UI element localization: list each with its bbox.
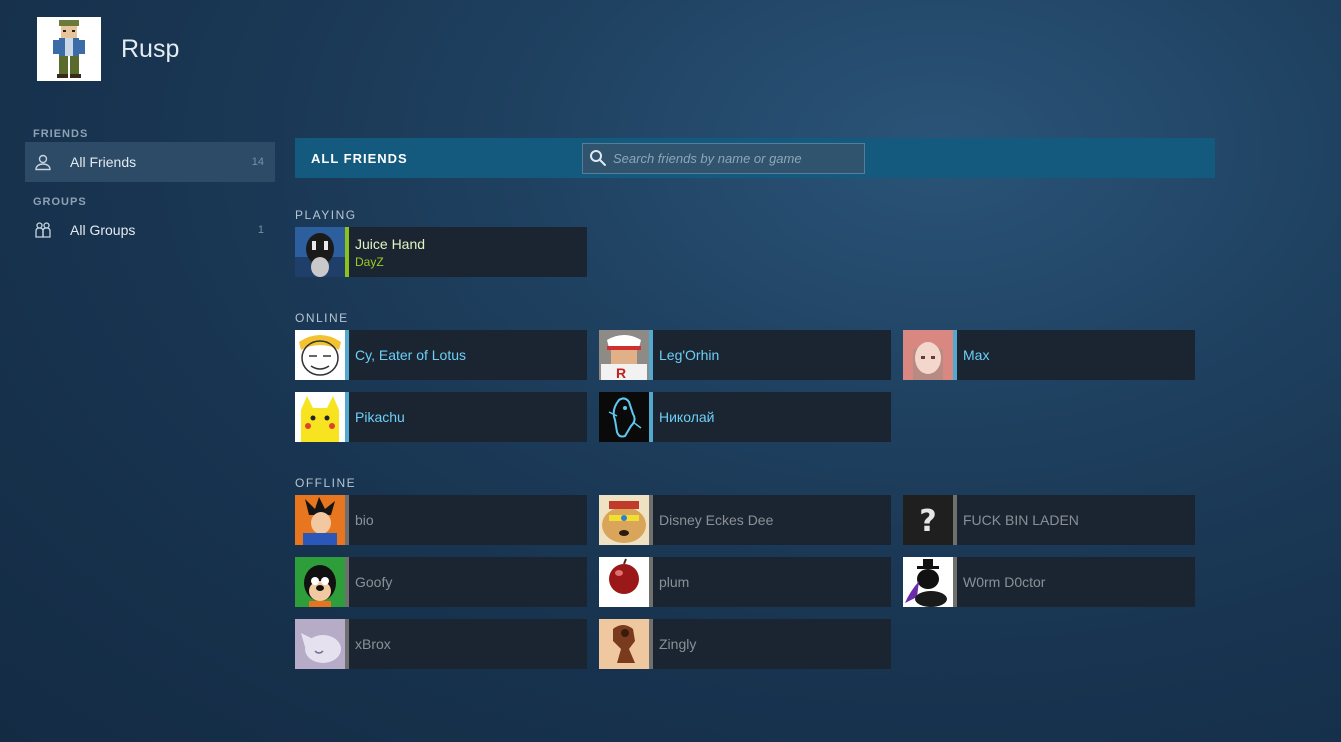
person-icon (34, 153, 52, 171)
friend-avatar (599, 495, 649, 545)
friend-avatar (295, 495, 345, 545)
friends-panel: ALL FRIENDS PLAYING Jui (295, 138, 1215, 669)
friend-card[interactable]: Disney Eckes Dee (599, 495, 891, 545)
friend-name: bio (355, 512, 374, 528)
friend-name: Max (963, 347, 990, 363)
friend-name: plum (659, 574, 690, 590)
friend-name: Juice Hand (355, 235, 426, 252)
sidebar-section-groups: GROUPS (33, 196, 87, 208)
friend-name: Leg'Orhin (659, 347, 720, 363)
friend-card[interactable]: Goofy (295, 557, 587, 607)
search-box[interactable] (582, 142, 865, 174)
profile-header: Rusp (37, 17, 179, 81)
friends-count: 14 (251, 156, 264, 168)
friend-avatar: ? (903, 495, 953, 545)
friend-card[interactable]: Николай (599, 392, 891, 442)
friend-card[interactable]: W0rm D0ctor (903, 557, 1195, 607)
profile-avatar[interactable] (37, 17, 101, 81)
friend-avatar: R (599, 330, 649, 380)
group-title-offline: OFFLINE (295, 476, 357, 490)
group-icon (34, 221, 52, 239)
friend-card[interactable]: Max (903, 330, 1195, 380)
profile-name[interactable]: Rusp (121, 35, 179, 64)
friend-avatar (599, 557, 649, 607)
sidebar-item-label: All Groups (70, 222, 136, 238)
friend-name: Goofy (355, 574, 393, 590)
friend-name: Cy, Eater of Lotus (355, 347, 467, 363)
friend-card[interactable]: Zingly (599, 619, 891, 669)
friend-avatar (599, 392, 649, 442)
friend-card[interactable]: plum (599, 557, 891, 607)
svg-text:R: R (616, 365, 626, 380)
friend-card[interactable]: ? FUCK BIN LADEN (903, 495, 1195, 545)
friend-avatar (903, 330, 953, 380)
friend-avatar (295, 392, 345, 442)
friend-name: Disney Eckes Dee (659, 512, 774, 528)
sidebar-item-all-friends[interactable]: All Friends 14 (25, 142, 275, 182)
groups-count: 1 (257, 224, 264, 236)
friend-name: FUCK BIN LADEN (963, 512, 1079, 528)
friend-name: Zingly (659, 636, 697, 652)
friend-avatar (599, 619, 649, 669)
friend-avatar (295, 619, 345, 669)
group-title-playing: PLAYING (295, 208, 357, 222)
friend-avatar (903, 557, 953, 607)
friend-name: W0rm D0ctor (963, 574, 1046, 590)
sidebar: FRIENDS All Friends 14 GROUPS All Groups… (25, 128, 275, 250)
search-input[interactable] (613, 150, 853, 166)
svg-text:?: ? (919, 504, 936, 539)
friend-avatar (295, 557, 345, 607)
friend-game: DayZ (355, 254, 384, 269)
friend-card[interactable]: Pikachu (295, 392, 587, 442)
page-title: ALL FRIENDS (311, 150, 408, 166)
friend-card[interactable]: bio (295, 495, 587, 545)
friend-name: Pikachu (355, 409, 405, 425)
friend-card[interactable]: Cy, Eater of Lotus (295, 330, 587, 380)
group-title-online: ONLINE (295, 311, 349, 325)
friend-card[interactable]: R Leg'Orhin (599, 330, 891, 380)
friend-name: Николай (659, 409, 715, 425)
friend-avatar (295, 227, 345, 277)
sidebar-item-all-groups[interactable]: All Groups 1 (25, 210, 275, 250)
friends-header-bar: ALL FRIENDS (295, 138, 1215, 178)
friend-name: xBrox (355, 636, 391, 652)
friend-avatar (295, 330, 345, 380)
sidebar-section-friends: FRIENDS (33, 128, 89, 140)
search-icon (589, 149, 607, 167)
sidebar-item-label: All Friends (70, 154, 137, 170)
friend-card[interactable]: xBrox (295, 619, 587, 669)
friend-card[interactable]: Juice Hand DayZ (295, 227, 587, 277)
